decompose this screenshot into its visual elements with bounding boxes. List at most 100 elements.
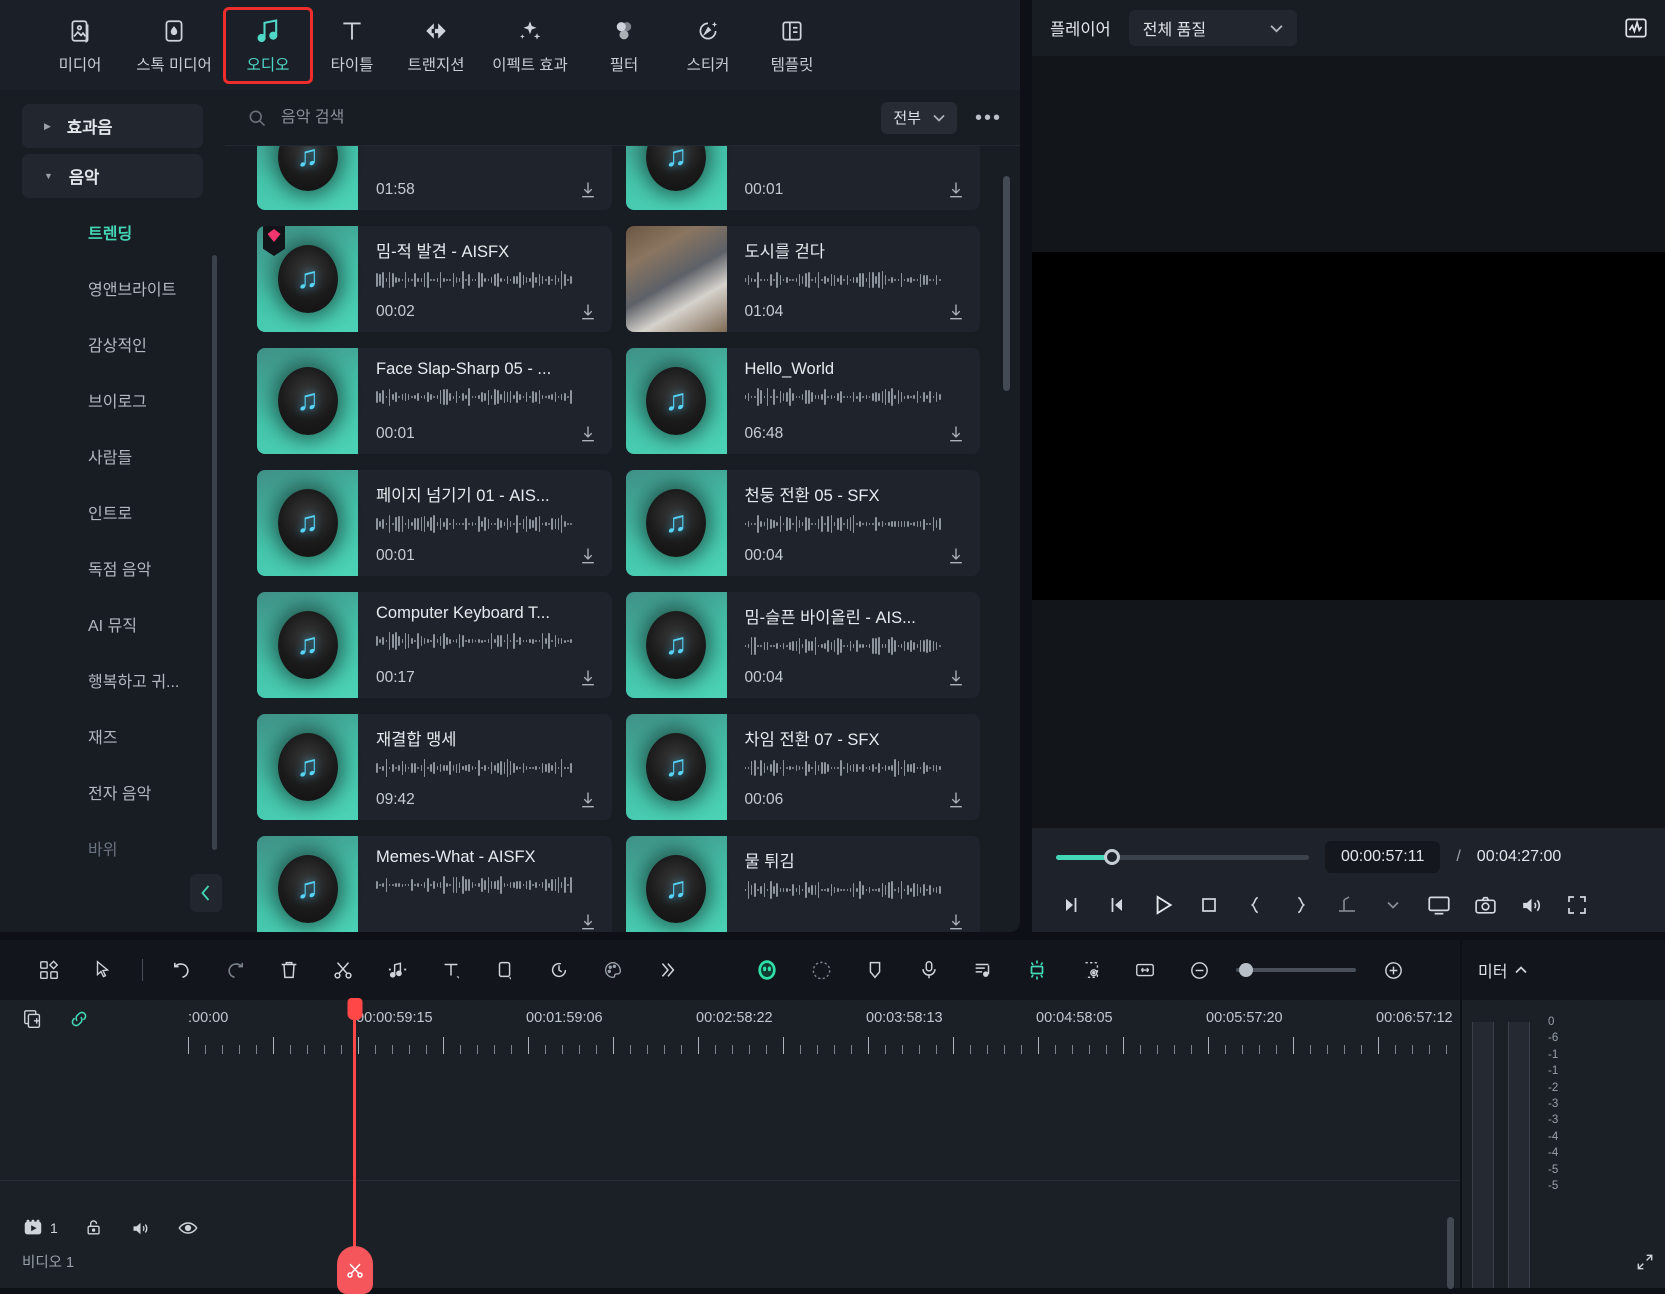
download-icon[interactable] bbox=[578, 302, 598, 322]
sidebar-item-young-bright[interactable]: 영앤브라이트 bbox=[0, 260, 225, 316]
zoom-in-button[interactable] bbox=[1366, 948, 1420, 992]
keyframe-dropdown-button[interactable] bbox=[1370, 885, 1416, 925]
music-card[interactable]: ♫ 천둥 전환 05 - SFX 00:04 bbox=[625, 470, 980, 576]
play-button[interactable] bbox=[1140, 885, 1186, 925]
seek-knob[interactable] bbox=[1103, 849, 1120, 865]
mark-in-button[interactable] bbox=[1232, 885, 1278, 925]
music-card[interactable]: ♫ Face Slap-Sharp 05 - ... 00:01 bbox=[257, 348, 612, 454]
track-row[interactable]: 1 비디오 1 bbox=[0, 1180, 1460, 1289]
music-card[interactable]: ♫ 물 튀김 bbox=[625, 836, 980, 932]
tab-audio[interactable]: 오디오 bbox=[223, 6, 313, 84]
sidebar-item-electronic[interactable]: 전자 음악 bbox=[0, 764, 225, 820]
download-icon[interactable] bbox=[578, 180, 598, 200]
cast-button[interactable] bbox=[1416, 885, 1462, 925]
search-input[interactable] bbox=[281, 108, 882, 127]
seek-slider[interactable] bbox=[1056, 849, 1309, 865]
download-icon[interactable] bbox=[578, 424, 598, 444]
sidebar-scrollbar[interactable] bbox=[212, 255, 217, 850]
tab-sticker[interactable]: 스티커 bbox=[666, 10, 750, 81]
download-icon[interactable] bbox=[946, 302, 966, 322]
download-icon[interactable] bbox=[578, 790, 598, 810]
sidebar-item-rock[interactable]: 바위 bbox=[0, 820, 225, 876]
download-icon[interactable] bbox=[578, 546, 598, 566]
track-mute-icon[interactable] bbox=[130, 1218, 151, 1239]
snapshot-button[interactable] bbox=[1462, 885, 1508, 925]
tab-filter[interactable]: 필터 bbox=[582, 10, 666, 81]
add-track-icon[interactable] bbox=[22, 1008, 44, 1030]
music-list-scrollbar[interactable] bbox=[1003, 176, 1010, 391]
music-card[interactable]: ♫ 재결합 맹세 09:42 bbox=[257, 714, 612, 820]
music-card[interactable]: ♫ 도시를 걷다 01:04 bbox=[625, 226, 980, 332]
ai-avatar-button[interactable] bbox=[740, 948, 794, 992]
split-button[interactable] bbox=[316, 948, 370, 992]
chevron-up-icon[interactable] bbox=[1515, 966, 1528, 974]
music-card[interactable]: ♫ Hello_World 06:48 bbox=[625, 348, 980, 454]
music-card[interactable]: ♫ 01:58 bbox=[257, 146, 612, 210]
audio-mixer-button[interactable] bbox=[956, 948, 1010, 992]
crop-button[interactable] bbox=[478, 948, 532, 992]
track-visibility-icon[interactable] bbox=[177, 1217, 199, 1239]
volume-button[interactable] bbox=[1508, 885, 1554, 925]
sidebar-item-sentimental[interactable]: 감상적인 bbox=[0, 316, 225, 372]
sidebar-group-sfx[interactable]: ▶ 효과음 bbox=[22, 104, 203, 148]
ai-highlight-button[interactable] bbox=[1010, 948, 1064, 992]
track-type-video-icon[interactable] bbox=[22, 1217, 44, 1239]
tab-transition[interactable]: 트랜지션 bbox=[394, 10, 478, 81]
more-tools-button[interactable] bbox=[640, 948, 694, 992]
fullscreen-button[interactable] bbox=[1554, 885, 1600, 925]
zoom-slider-knob[interactable] bbox=[1239, 963, 1253, 977]
music-card[interactable]: ♫ 밈-슬픈 바이올린 - AIS... 00:04 bbox=[625, 592, 980, 698]
grid-view-button[interactable] bbox=[22, 948, 76, 992]
sidebar-item-happy-cute[interactable]: 행복하고 귀... bbox=[0, 652, 225, 708]
download-icon[interactable] bbox=[946, 546, 966, 566]
waveform-graph-icon[interactable] bbox=[1623, 15, 1649, 41]
voiceover-button[interactable] bbox=[902, 948, 956, 992]
tab-effects[interactable]: 이펙트 효과 bbox=[478, 10, 582, 81]
music-card[interactable]: ♫ 페이지 넘기기 01 - AIS... 00:01 bbox=[257, 470, 612, 576]
stop-button[interactable] bbox=[1186, 885, 1232, 925]
download-icon[interactable] bbox=[946, 180, 966, 200]
favorite-badge-icon[interactable] bbox=[263, 226, 285, 256]
timeline-ruler[interactable]: :00:00 00:00:59:15 00:01:59:06 00:02:58:22 0… bbox=[0, 1000, 1460, 1060]
sidebar-collapse-button[interactable] bbox=[190, 874, 222, 912]
download-icon[interactable] bbox=[946, 668, 966, 688]
download-icon[interactable] bbox=[578, 668, 598, 688]
expand-diagonal-icon[interactable] bbox=[1635, 1252, 1655, 1272]
preview-canvas[interactable] bbox=[1032, 252, 1665, 600]
tab-template[interactable]: 템플릿 bbox=[750, 10, 834, 81]
sidebar-item-intro[interactable]: 인트로 bbox=[0, 484, 225, 540]
music-card[interactable]: ♫ 차임 전환 07 - SFX 00:06 bbox=[625, 714, 980, 820]
sidebar-item-trending[interactable]: 트렌딩 bbox=[0, 204, 225, 260]
more-options-button[interactable]: ••• bbox=[975, 108, 1002, 128]
filter-dropdown[interactable]: 전부 bbox=[881, 101, 957, 134]
mark-out-button[interactable] bbox=[1278, 885, 1324, 925]
undo-button[interactable] bbox=[154, 948, 208, 992]
tab-media[interactable]: 미디어 bbox=[38, 10, 122, 81]
music-card[interactable]: ♫ 밈-적 발견 - AISFX 00:02 bbox=[257, 226, 612, 332]
sidebar-item-people[interactable]: 사람들 bbox=[0, 428, 225, 484]
next-frame-button[interactable] bbox=[1094, 885, 1140, 925]
redo-button[interactable] bbox=[208, 948, 262, 992]
zoom-slider[interactable] bbox=[1236, 963, 1356, 977]
sidebar-group-music[interactable]: ▼ 음악 bbox=[22, 154, 203, 198]
quality-dropdown[interactable]: 전체 품질 bbox=[1128, 10, 1297, 46]
sidebar-item-ai-music[interactable]: AI 뮤직 bbox=[0, 596, 225, 652]
screen-record-button[interactable] bbox=[1064, 948, 1118, 992]
select-tool-button[interactable] bbox=[76, 948, 130, 992]
color-button[interactable] bbox=[586, 948, 640, 992]
download-icon[interactable] bbox=[946, 912, 966, 932]
prev-frame-button[interactable] bbox=[1048, 885, 1094, 925]
zoom-out-button[interactable] bbox=[1172, 948, 1226, 992]
sidebar-item-jazz[interactable]: 재즈 bbox=[0, 708, 225, 764]
sidebar-item-vlog[interactable]: 브이로그 bbox=[0, 372, 225, 428]
auto-reframe-button[interactable] bbox=[794, 948, 848, 992]
music-card[interactable]: ♫ 00:01 bbox=[625, 146, 980, 210]
tab-title[interactable]: 타이틀 bbox=[310, 10, 394, 81]
fit-timeline-button[interactable] bbox=[1118, 948, 1172, 992]
timeline-scrollbar[interactable] bbox=[1447, 1217, 1454, 1289]
audio-detach-button[interactable] bbox=[370, 948, 424, 992]
track-lock-icon[interactable] bbox=[84, 1218, 104, 1238]
speed-button[interactable] bbox=[532, 948, 586, 992]
keyframe-button[interactable] bbox=[1324, 885, 1370, 925]
download-icon[interactable] bbox=[578, 912, 598, 932]
